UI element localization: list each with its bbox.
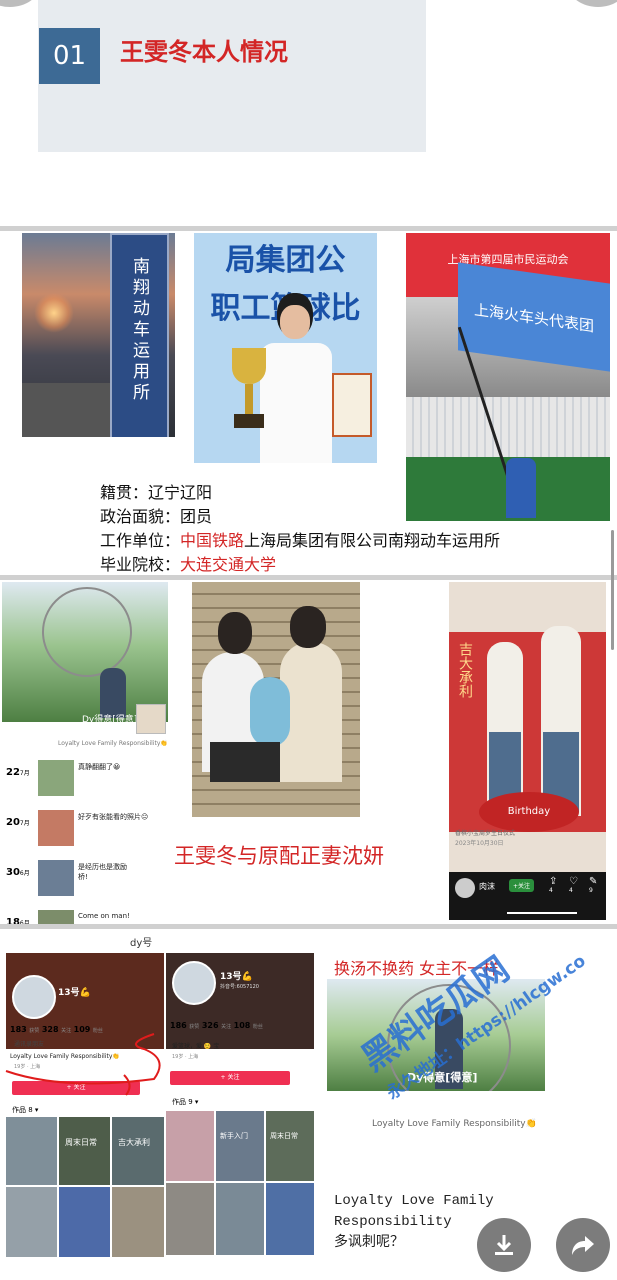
thumb[interactable] bbox=[166, 1111, 214, 1181]
section-title: 王雯冬本人情况 bbox=[120, 38, 288, 66]
right-thumb-grid: 新手入门 周末日常 bbox=[166, 1111, 314, 1280]
trophy-photo: 局集团公 职工篮球比 bbox=[194, 233, 377, 463]
left-thumb-grid: 周末日常 吉大承利 bbox=[6, 1117, 164, 1280]
profile-tagline: Loyalty Love Family Responsibility👏 bbox=[58, 740, 168, 747]
firework-burst bbox=[34, 293, 74, 333]
author-name: 肉沫 bbox=[479, 882, 495, 891]
man-head bbox=[290, 606, 326, 648]
slide-divider bbox=[0, 226, 617, 231]
certificate bbox=[332, 373, 372, 437]
post-thumb bbox=[38, 860, 74, 896]
top-left-nav-stub[interactable] bbox=[0, 0, 40, 7]
post-item[interactable]: 186月 Come on man! bbox=[6, 910, 186, 924]
thumb[interactable] bbox=[6, 1117, 57, 1185]
post-item[interactable]: 207月 好歹有张能看的照片😑 bbox=[6, 810, 186, 850]
bottom-caption: Loyalty Love Family Responsibility 多讽刺呢？ bbox=[334, 1193, 494, 1251]
person-figure bbox=[100, 668, 126, 718]
player-jersey bbox=[260, 343, 332, 463]
right-id: 抖音号:6057120 bbox=[220, 984, 259, 990]
profile-name-overlay: Dy得意[得意] bbox=[82, 715, 138, 722]
right-tags: 19岁 · 上海 bbox=[172, 1054, 199, 1060]
lantern-text: 吉大承利 bbox=[457, 642, 473, 698]
woman-head bbox=[218, 612, 252, 654]
red-annotation-scribble bbox=[5, 1033, 161, 1096]
info-row-employer: 工作单位：中国铁路上海局集团有限公司南翔动车运用所 bbox=[100, 531, 501, 550]
info-row-school: 毕业院校：大连交通大学 bbox=[100, 555, 277, 574]
right-bio: 爱篮球，爱 ☺️ 宝 bbox=[172, 1043, 220, 1050]
player-face bbox=[280, 305, 310, 339]
station-sign-text: 南翔动车运用所 bbox=[129, 257, 149, 404]
comment-count-icon[interactable]: ✎ 9 bbox=[589, 876, 597, 894]
thumb[interactable]: 吉大承利 bbox=[112, 1117, 164, 1185]
right-works-label: 作品 9 ▾ bbox=[172, 1098, 199, 1106]
follow-button[interactable]: +关注 bbox=[509, 879, 535, 892]
birthday-carpet: Birthday bbox=[479, 792, 579, 832]
ferris-wheel bbox=[42, 587, 132, 677]
accounts-header: dy号 bbox=[130, 938, 153, 949]
thumb[interactable] bbox=[216, 1183, 264, 1255]
birthday-video[interactable]: 吉大承利 Birthday 香槟小宝周岁生日仪式 2023年10月30日 肉沫 … bbox=[449, 582, 606, 920]
slide-couple: Dy得意[得意] Loyalty Love Family Responsibil… bbox=[0, 580, 617, 924]
right-stats: 186 获赞 326 关注 108 粉丝 bbox=[170, 1021, 263, 1030]
slide-divider bbox=[0, 575, 617, 580]
flag-photo: 上海市第四届市民运动会 开幕式 上海火车头代表团 bbox=[406, 233, 610, 521]
section-number: 01 bbox=[52, 41, 87, 71]
right-name: 13号💪 bbox=[220, 972, 253, 982]
section-number-box: 01 bbox=[39, 28, 100, 84]
info-block: 籍贯：辽宁辽阳 政治面貌：团员 工作单位：中国铁路上海局集团有限公司南翔动车运用… bbox=[100, 481, 500, 575]
video-caption: 香槟小宝周岁生日仪式 bbox=[455, 830, 516, 837]
download-button[interactable] bbox=[477, 1218, 531, 1272]
station-sign-board: 南翔动车运用所 bbox=[110, 233, 169, 437]
banner-line-1: 局集团公 bbox=[225, 243, 346, 278]
thumb[interactable]: 周末日常 bbox=[59, 1117, 110, 1185]
thumb[interactable] bbox=[266, 1183, 314, 1255]
profile-avatar-small[interactable] bbox=[136, 704, 166, 734]
right-follow-button[interactable]: + 关注 bbox=[170, 1071, 290, 1085]
left-works-label: 作品 8 ▾ bbox=[12, 1106, 39, 1114]
post-thumb bbox=[38, 810, 74, 846]
post-item[interactable]: 227月 真静翻翻了😀 bbox=[6, 760, 186, 800]
left-name: 13号💪 bbox=[58, 988, 91, 998]
left-avatar[interactable] bbox=[12, 975, 56, 1019]
slide-personal-info: 南翔动车运用所 局集团公 职工篮球比 上海市第四届市民运动会 开幕式 上海火车头… bbox=[0, 231, 617, 575]
thumb[interactable]: 新手入门 bbox=[216, 1111, 264, 1181]
author-avatar[interactable] bbox=[455, 878, 475, 898]
thumb[interactable] bbox=[59, 1187, 110, 1257]
station-photo: 南翔动车运用所 bbox=[22, 233, 175, 437]
stadium-banner-title: 上海市第四届市民运动会 bbox=[447, 253, 569, 266]
post-item[interactable]: 306月 是经历也是激励 桥! bbox=[6, 860, 186, 900]
share-button[interactable] bbox=[556, 1218, 610, 1272]
couple-caption: 王雯冬与原配正妻沈妍 bbox=[174, 844, 384, 868]
top-right-nav-stub[interactable] bbox=[568, 0, 617, 7]
download-icon bbox=[495, 1235, 513, 1255]
thumb[interactable] bbox=[112, 1187, 164, 1257]
baby-figure bbox=[250, 677, 290, 747]
video-date: 2023年10月30日 bbox=[455, 840, 504, 847]
thumb[interactable] bbox=[166, 1183, 214, 1255]
woman-shorts bbox=[210, 742, 280, 782]
info-row-hometown: 籍贯：辽宁辽阳 bbox=[100, 483, 213, 502]
right-avatar[interactable] bbox=[172, 961, 216, 1005]
road bbox=[22, 383, 110, 437]
slide-intro: 01 王雯冬本人情况 bbox=[0, 0, 617, 226]
trophy bbox=[232, 348, 266, 438]
thumb[interactable] bbox=[6, 1187, 57, 1257]
flag-bearer bbox=[506, 458, 536, 518]
info-row-political: 政治面貌：团员 bbox=[100, 507, 213, 526]
share-icon bbox=[572, 1236, 594, 1255]
stadium-seats bbox=[406, 397, 610, 457]
post-thumb bbox=[38, 910, 74, 924]
post-thumb bbox=[38, 760, 74, 796]
right-profile-screen: 13号💪 抖音号:6057120 bbox=[166, 953, 314, 1049]
family-photo bbox=[192, 582, 360, 817]
profile-card-photo: Dy得意[得意] bbox=[2, 582, 168, 722]
thumb[interactable]: 周末日常 bbox=[266, 1111, 314, 1181]
share-count-icon[interactable]: ⇪ 4 bbox=[549, 876, 557, 894]
team-flag-text: 上海火车头代表团 bbox=[473, 300, 594, 335]
scrollbar[interactable] bbox=[611, 530, 614, 650]
